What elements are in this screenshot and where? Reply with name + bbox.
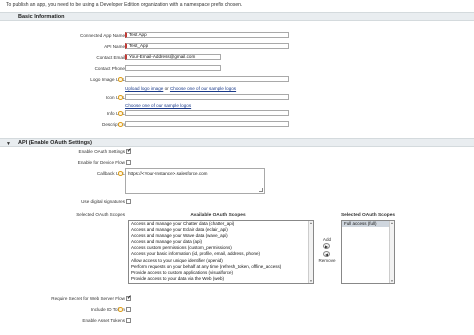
info-icon[interactable] bbox=[118, 307, 123, 312]
available-scope-option[interactable]: Provide access to your data via the Web … bbox=[129, 276, 313, 282]
choose-sample-icon-link[interactable]: Choose one of our sample logos bbox=[125, 103, 191, 108]
selected-oauth-scopes-label: Selected OAuth Scopes bbox=[76, 212, 125, 217]
digital-signatures-checkbox[interactable] bbox=[126, 199, 131, 204]
available-scopes-heading: Available OAuth Scopes bbox=[190, 213, 246, 218]
remove-label: Remove bbox=[318, 258, 336, 263]
section-title: API (Enable OAuth Settings) bbox=[18, 140, 92, 146]
info-url-field[interactable] bbox=[125, 110, 289, 116]
available-scopes-scrollbar[interactable]: ▲ ▼ bbox=[308, 221, 313, 283]
info-icon[interactable] bbox=[118, 122, 123, 127]
callback-url-value: https://<Your-Instance>.salesforce.com bbox=[128, 171, 208, 176]
device-flow-checkbox[interactable] bbox=[126, 160, 131, 165]
scroll-up-icon[interactable]: ▲ bbox=[390, 221, 394, 225]
icon-url-field[interactable] bbox=[125, 94, 289, 100]
choose-sample-logo-link[interactable]: Choose one of our sample logos bbox=[170, 86, 236, 91]
include-id-token-checkbox[interactable] bbox=[126, 307, 131, 312]
add-arrow-icon[interactable]: ▶ bbox=[323, 243, 330, 249]
section-title: Basic Information bbox=[18, 14, 65, 20]
info-icon[interactable] bbox=[118, 111, 123, 116]
info-icon[interactable] bbox=[118, 77, 123, 82]
or-text: or bbox=[164, 86, 169, 91]
scroll-down-icon[interactable]: ▼ bbox=[390, 279, 394, 283]
contact-email-field[interactable]: Your-Email-Address@gmail.com bbox=[125, 54, 221, 60]
enable-asset-tokens-checkbox[interactable] bbox=[126, 318, 131, 323]
description-field[interactable] bbox=[125, 121, 289, 127]
digital-signatures-label: Use digital signatures bbox=[81, 199, 125, 204]
device-flow-label: Enable for Device Flow bbox=[77, 160, 125, 165]
selected-scopes-list[interactable]: Full access (full) ▲ ▼ bbox=[341, 220, 395, 284]
selected-scopes-heading: Selected OAuth Scopes bbox=[340, 213, 396, 218]
info-icon[interactable] bbox=[118, 95, 123, 100]
section-api-oauth[interactable]: ▼ API (Enable OAuth Settings) bbox=[0, 138, 474, 147]
scroll-up-icon[interactable]: ▲ bbox=[309, 221, 313, 225]
api-name-label: API Name bbox=[104, 44, 125, 49]
upload-logo-link[interactable]: Upload logo image bbox=[125, 86, 163, 91]
require-secret-checkbox[interactable] bbox=[126, 295, 132, 301]
selected-scope-option[interactable]: Full access (full) bbox=[342, 221, 394, 228]
api-name-field[interactable]: Test_App bbox=[125, 43, 289, 49]
connected-app-name-field[interactable]: Test App bbox=[125, 32, 289, 38]
contact-email-label: Contact Email bbox=[96, 55, 125, 60]
collapse-triangle-icon[interactable]: ▼ bbox=[6, 141, 11, 147]
callback-url-textarea[interactable]: https://<Your-Instance>.salesforce.com bbox=[125, 168, 265, 194]
require-secret-label: Require Secret for Web Server Flow bbox=[51, 296, 125, 301]
enable-asset-tokens-label: Enable Asset Tokens bbox=[82, 318, 125, 323]
publish-notice: To publish an app, you need to be using … bbox=[6, 2, 243, 8]
enable-oauth-label: Enable OAuth Settings bbox=[78, 149, 125, 154]
section-basic-information: Basic Information bbox=[0, 12, 474, 21]
resize-handle-icon[interactable] bbox=[259, 188, 263, 192]
info-icon[interactable] bbox=[118, 171, 123, 176]
add-label: Add bbox=[322, 237, 332, 242]
logo-links: Upload logo image or Choose one of our s… bbox=[125, 86, 236, 91]
contact-phone-label: Contact Phone bbox=[94, 66, 125, 71]
selected-scopes-scrollbar[interactable]: ▲ ▼ bbox=[389, 221, 394, 283]
scroll-down-icon[interactable]: ▼ bbox=[309, 279, 313, 283]
enable-oauth-checkbox[interactable] bbox=[126, 148, 132, 154]
available-scopes-list[interactable]: Access and manage your Chatter data (cha… bbox=[128, 220, 314, 284]
contact-phone-field[interactable] bbox=[125, 65, 221, 71]
logo-image-url-field[interactable] bbox=[125, 76, 289, 82]
remove-arrow-icon[interactable]: ◀ bbox=[323, 251, 330, 257]
connected-app-name-label: Connected App Name bbox=[80, 33, 125, 38]
